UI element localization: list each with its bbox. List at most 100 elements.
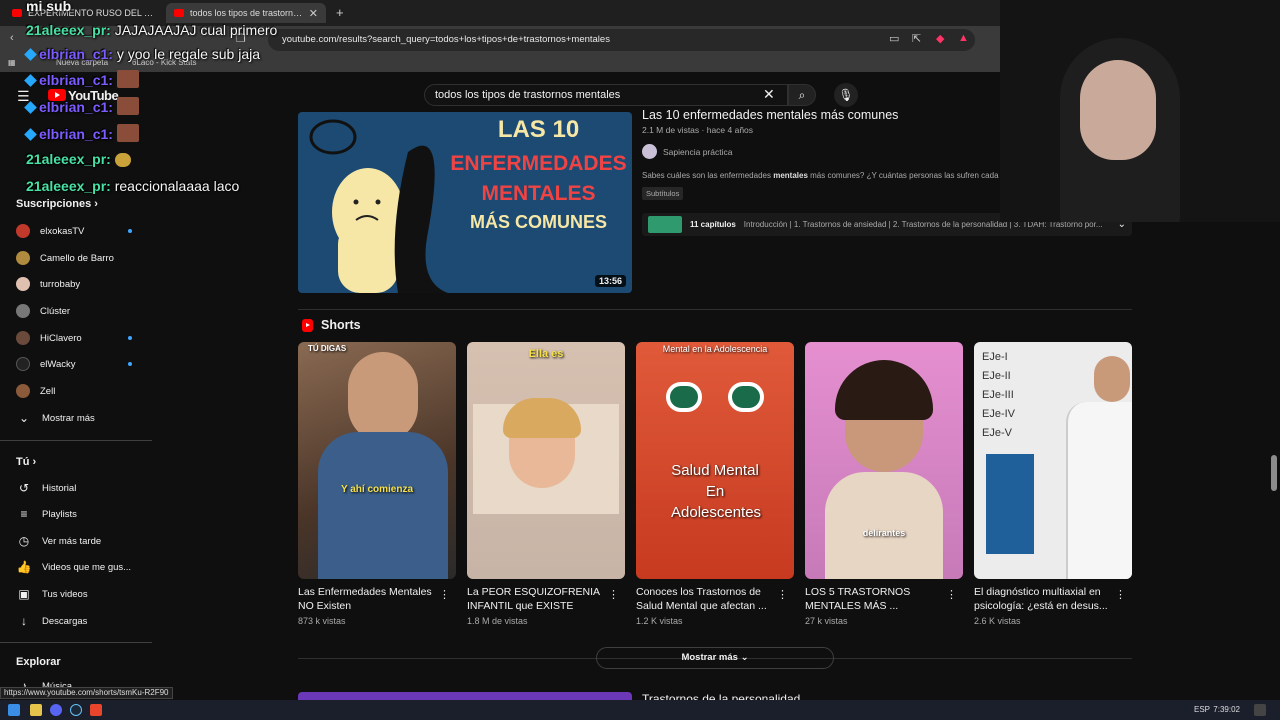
windows-start-icon[interactable] <box>8 704 20 716</box>
next-video-thumbnail[interactable] <box>298 692 632 700</box>
short-title[interactable]: El diagnóstico multiaxial en psicología:… <box>974 585 1114 613</box>
emote-icon <box>116 70 139 88</box>
sub-badge-icon <box>24 48 37 61</box>
you-header[interactable]: Tú › <box>16 456 36 468</box>
sidebar-item-hiclavero[interactable]: HiClavero <box>16 328 146 348</box>
short-views: 873 k vistas <box>298 616 346 626</box>
short-item[interactable]: Ella es La PEOR ESQUIZOFRENIA INFANTIL q… <box>467 342 625 626</box>
file-explorer-icon[interactable] <box>30 704 42 716</box>
short-thumbnail[interactable]: TÚ DIGAS Y ahí comienza <box>298 342 456 579</box>
sidebar-item-cluster[interactable]: Clúster <box>16 301 146 321</box>
more-options-icon[interactable]: ⋮ <box>608 588 619 601</box>
divider <box>0 642 152 643</box>
sidebar-item-your-videos[interactable]: ▣ Tus videos <box>16 584 146 604</box>
download-icon: ↓ <box>21 614 27 628</box>
url-field[interactable]: youtube.com/results?search_query=todos+l… <box>268 29 975 51</box>
channel-link[interactable]: Sapiencia práctica <box>642 144 732 159</box>
close-tab-icon[interactable]: ✕ <box>309 7 318 20</box>
sidebar-item-history[interactable]: ↺ Historial <box>16 478 146 498</box>
watch-later-icon: ◷ <box>18 534 30 548</box>
short-thumbnail[interactable]: EJe-I EJe-II EJe-III EJe-IV EJe-V <box>974 342 1132 579</box>
more-options-icon[interactable]: ⋮ <box>439 588 450 601</box>
subtitles-badge: Subtítulos <box>642 187 684 200</box>
short-thumbnail[interactable]: Mental en la Adolescencia Salud Mental E… <box>636 342 794 579</box>
brave-browser-icon[interactable] <box>90 704 102 716</box>
new-tab-icon[interactable]: + <box>336 5 344 20</box>
playlists-icon: ≡ <box>20 507 28 521</box>
avatar <box>16 357 30 371</box>
share-icon[interactable]: ⇱ <box>912 32 921 45</box>
chapters-count: 11 capítulos <box>690 220 736 229</box>
tab-search-results[interactable]: todos los tipos de trastornos me ✕ <box>166 3 326 23</box>
chevron-right-icon: › <box>94 198 98 210</box>
short-item[interactable]: TÚ DIGAS Y ahí comienza Las Enfermedades… <box>298 342 456 626</box>
search-input[interactable]: todos los tipos de trastornos mentales <box>424 84 788 106</box>
subscriptions-header[interactable]: Suscripciones › <box>16 198 98 210</box>
video-thumbnail[interactable]: LAS 10 ENFERMEDADES MENTALES MÁS COMUNES… <box>298 112 632 293</box>
sidebar-item-turrobaby[interactable]: turrobaby <box>16 274 146 294</box>
sidebar-item-liked[interactable]: 👍 Videos que me gus... <box>16 557 146 577</box>
avatar <box>16 277 30 291</box>
language-indicator[interactable]: ESP <box>1194 705 1210 714</box>
avatar <box>16 304 30 318</box>
short-title[interactable]: La PEOR ESQUIZOFRENIA INFANTIL que EXIST… <box>467 585 607 613</box>
sidebar-item-zell[interactable]: Zell <box>16 381 146 401</box>
short-title[interactable]: LOS 5 TRASTORNOS MENTALES MÁS ... <box>805 585 945 613</box>
shorts-header: Shorts <box>302 318 361 332</box>
show-more-shorts-button[interactable]: Mostrar más ⌄ <box>596 647 834 669</box>
sidebar-item-downloads[interactable]: ↓ Descargas <box>16 611 146 631</box>
thumb-title-1: LAS 10 <box>497 116 580 143</box>
chat-message: elbrian_c1: y yoo le regale sub jaja <box>24 46 260 62</box>
sidebar-item-watch-later[interactable]: ◷ Ver más tarde <box>16 531 146 551</box>
emote-icon <box>114 153 131 167</box>
short-item[interactable]: EJe-I EJe-II EJe-III EJe-IV EJe-V El dia… <box>974 342 1132 626</box>
short-item[interactable]: delirantes LOS 5 TRASTORNOS MENTALES MÁS… <box>805 342 963 626</box>
short-title[interactable]: Las Enfermedades Mentales NO Existen <box>298 585 438 613</box>
avatar <box>16 331 30 345</box>
sidebar-item-camello[interactable]: Camello de Barro <box>16 248 146 268</box>
your-videos-icon: ▣ <box>18 587 30 601</box>
video-title[interactable]: Las 10 enfermedades mentales más comunes <box>642 108 898 122</box>
cast-icon[interactable]: ▭ <box>889 32 899 45</box>
notifications-icon[interactable] <box>1254 704 1266 716</box>
chat-message: 21aleeex_pr: JAJAJAAJAJ cual primero <box>26 22 278 38</box>
url-text: youtube.com/results?search_query=todos+l… <box>282 34 610 45</box>
short-item[interactable]: Mental en la Adolescencia Salud Mental E… <box>636 342 794 626</box>
live-dot-icon <box>128 336 132 340</box>
status-bar-url: https://www.youtube.com/shorts/tsmKu-R2F… <box>0 687 173 699</box>
short-views: 1.2 K vistas <box>636 616 683 626</box>
short-thumbnail[interactable]: Ella es <box>467 342 625 579</box>
search-button[interactable]: ⌕ <box>788 84 816 106</box>
live-dot-icon <box>128 362 132 366</box>
divider <box>0 440 152 441</box>
search-icon: ⌕ <box>798 88 806 102</box>
avatar <box>16 384 30 398</box>
short-title[interactable]: Conoces los Trastornos de Salud Mental q… <box>636 585 776 613</box>
chevron-right-icon: › <box>32 456 37 468</box>
voice-search-button[interactable]: 🎙 <box>834 83 858 107</box>
chat-message: 21aleeex_pr: <box>26 151 131 167</box>
avatar <box>642 144 657 159</box>
more-options-icon[interactable]: ⋮ <box>1115 588 1126 601</box>
sub-badge-icon <box>24 101 37 114</box>
more-options-icon[interactable]: ⋮ <box>946 588 957 601</box>
clear-search-icon[interactable]: ✕ <box>763 86 775 103</box>
sidebar-item-elxokastv[interactable]: elxokasTV <box>16 221 146 241</box>
discord-icon[interactable] <box>50 704 62 716</box>
apps-grid-icon[interactable]: ▦ <box>8 58 16 67</box>
short-thumbnail[interactable]: delirantes <box>805 342 963 579</box>
clock[interactable]: 7:39:02 <box>1213 705 1240 714</box>
scrollbar-thumb[interactable] <box>1271 455 1277 491</box>
brave-rewards-icon[interactable]: ▲ <box>958 32 969 44</box>
more-options-icon[interactable]: ⋮ <box>777 588 788 601</box>
steam-icon[interactable] <box>70 704 82 716</box>
like-icon: 👍 <box>16 560 32 574</box>
chapter-thumbnail <box>648 216 682 233</box>
sidebar-item-playlists[interactable]: ≡ Playlists <box>16 504 146 524</box>
sidebar-item-elwacky[interactable]: elWacky <box>16 354 146 374</box>
back-icon[interactable]: ‹ <box>10 32 14 44</box>
emote-icon <box>116 124 139 142</box>
brave-shield-icon[interactable]: ◆ <box>936 32 944 45</box>
sub-badge-icon <box>24 74 37 87</box>
show-more-subscriptions[interactable]: ⌄ Mostrar más <box>16 408 146 428</box>
